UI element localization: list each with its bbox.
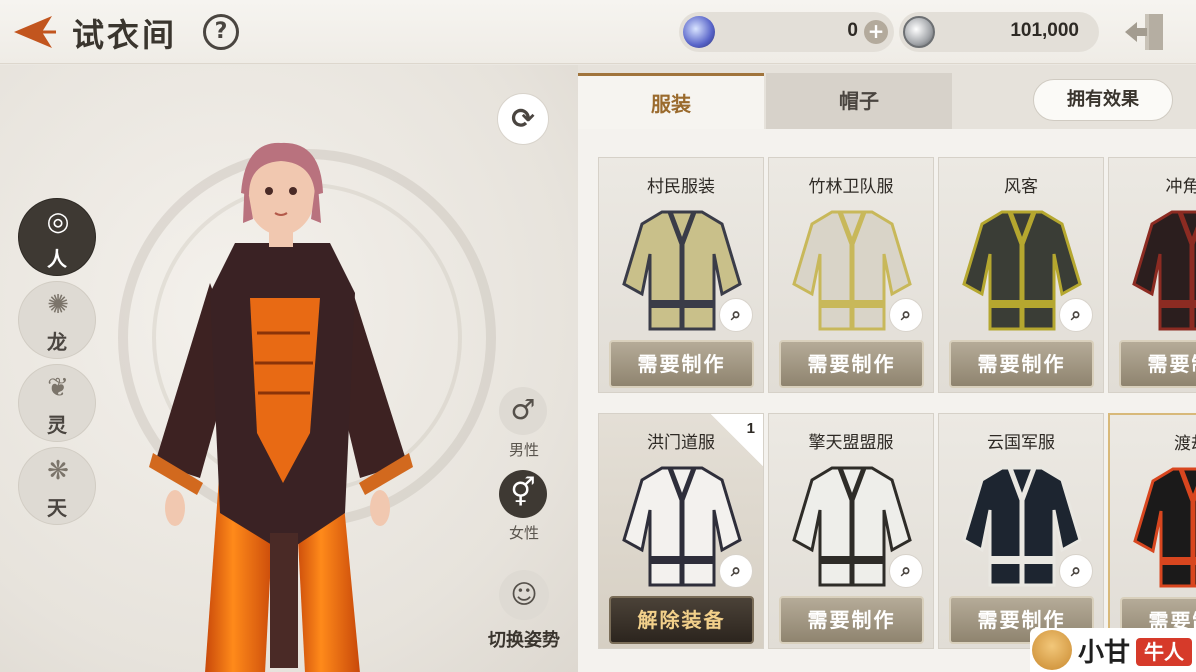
garment-belt — [650, 300, 714, 308]
magnifier-icon[interactable]: ⌕ — [719, 554, 753, 588]
outfit-name: 村民服装 — [647, 177, 715, 197]
unequip-button[interactable]: 解除装备 — [609, 596, 754, 644]
magnifier-icon[interactable]: ⌕ — [1059, 298, 1093, 332]
outfit-name: 竹林卫队服 — [808, 177, 894, 197]
race-label: 灵 — [47, 413, 67, 437]
human-emblem-icon: ◎ — [46, 207, 70, 237]
rotate-refresh-icon[interactable]: ⟳ — [497, 93, 549, 145]
race-label: 龙 — [47, 330, 67, 354]
outfit-card-selected[interactable]: 渡劫 ⌕ 需要制作 — [1108, 413, 1196, 649]
magnifier-icon[interactable]: ⌕ — [1059, 554, 1093, 588]
gem-icon — [683, 16, 715, 48]
gender-female-label: 女性 — [508, 524, 539, 542]
help-button[interactable]: ? — [203, 14, 239, 50]
outfit-name: 云国军服 — [987, 433, 1055, 453]
race-dragon-button[interactable]: ✺ 龙 — [18, 281, 96, 359]
race-human-button[interactable]: ◎ 人 — [18, 198, 96, 276]
page-title: 试衣间 — [72, 16, 178, 54]
outfit-panel: 服装 帽子 拥有效果 村民服装 ⌕ 需要制作 竹林卫队服 ⌕ 需要制作 风客 ⌕… — [578, 65, 1196, 672]
female-symbol-icon: ⚥ — [499, 470, 547, 518]
outfit-name: 洪门道服 — [647, 433, 715, 453]
site-watermark: 小甘 牛人 — [1030, 628, 1196, 672]
tab-hats[interactable]: 帽子 — [766, 73, 952, 129]
outfit-name: 风客 — [1004, 177, 1038, 197]
garment-belt — [1160, 300, 1196, 308]
silver-coin-icon — [903, 16, 935, 48]
outfit-name: 冲角团 — [1165, 177, 1196, 197]
garment-belt — [650, 556, 714, 564]
garment-belt — [990, 300, 1054, 308]
outfit-thumbnail — [1133, 467, 1196, 588]
craft-required-button[interactable]: 需要制作 — [779, 596, 924, 644]
outfit-card[interactable]: 村民服装 ⌕ 需要制作 — [598, 157, 764, 393]
gender-male-button[interactable]: ♂ 男性 — [499, 387, 549, 460]
craft-required-button[interactable]: 需要制作 — [779, 340, 924, 388]
outfit-card[interactable]: 风客 ⌕ 需要制作 — [938, 157, 1104, 393]
coin-currency: 101,000 — [899, 12, 1099, 52]
character-stage[interactable]: ◎ 人 ✺ 龙 ❦ 灵 ❋ 天 ⟳ ♂ 男性 ⚥ 女性 ☺ 切换姿势 — [0, 65, 578, 672]
magnifier-icon[interactable]: ⌕ — [889, 298, 923, 332]
person-pose-icon: ☺ — [499, 570, 549, 620]
watermark-text: 小甘 — [1078, 638, 1131, 668]
spirit-emblem-icon: ❦ — [47, 373, 69, 403]
add-gem-button[interactable]: + — [864, 20, 888, 44]
craft-required-button[interactable]: 需要制作 — [1119, 340, 1196, 388]
dragon-emblem-icon: ✺ — [47, 290, 69, 320]
outfit-card[interactable]: 擎天盟盟服 ⌕ 需要制作 — [768, 413, 934, 649]
magnifier-icon[interactable]: ⌕ — [889, 554, 923, 588]
exit-door-icon[interactable] — [1121, 10, 1169, 54]
magnifier-icon[interactable]: ⌕ — [719, 298, 753, 332]
owned-effects-button[interactable]: 拥有效果 — [1033, 79, 1173, 121]
gem-currency: 0 + — [679, 12, 894, 52]
male-symbol-icon: ♂ — [499, 387, 547, 435]
race-spirit-button[interactable]: ❦ 灵 — [18, 364, 96, 442]
character-model[interactable] — [145, 133, 420, 672]
outfit-name: 擎天盟盟服 — [808, 433, 894, 453]
craft-required-button[interactable]: 需要制作 — [609, 340, 754, 388]
race-heaven-button[interactable]: ❋ 天 — [18, 447, 96, 525]
garment-belt — [820, 300, 884, 308]
coin-amount: 101,000 — [1010, 20, 1079, 41]
garment-belt — [990, 556, 1054, 564]
garment-belt — [820, 556, 884, 564]
switch-pose-label: 切换姿势 — [488, 630, 560, 651]
outfit-card[interactable]: 冲角团 ⌕ 需要制作 — [1108, 157, 1196, 393]
top-bar: 试衣间 ? 0 + 101,000 — [0, 0, 1196, 64]
race-label: 天 — [47, 496, 67, 520]
gem-amount: 0 — [847, 20, 858, 41]
outfit-card[interactable]: 竹林卫队服 ⌕ 需要制作 — [768, 157, 934, 393]
outfit-card-equipped[interactable]: 1 洪门道服 ⌕ 解除装备 — [598, 413, 764, 649]
heaven-emblem-icon: ❋ — [47, 456, 69, 486]
garment-belt — [1161, 557, 1196, 565]
race-selector: ◎ 人 ✺ 龙 ❦ 灵 ❋ 天 — [18, 198, 98, 530]
switch-pose-button[interactable]: ☺ 切换姿势 — [480, 570, 568, 652]
gender-female-button[interactable]: ⚥ 女性 — [499, 470, 549, 543]
race-label: 人 — [47, 247, 67, 271]
mascot-logo-icon — [1032, 630, 1072, 670]
outfit-card[interactable]: 云国军服 ⌕ 需要制作 — [938, 413, 1104, 649]
craft-required-button[interactable]: 需要制作 — [949, 340, 1094, 388]
outfit-name: 渡劫 — [1174, 434, 1196, 454]
gender-male-label: 男性 — [508, 441, 539, 459]
back-arrow-icon[interactable] — [12, 12, 58, 52]
watermark-badge: 牛人 — [1136, 638, 1192, 666]
tab-clothes[interactable]: 服装 — [578, 73, 764, 129]
outfit-thumbnail — [1132, 210, 1196, 331]
outfit-grid[interactable]: 村民服装 ⌕ 需要制作 竹林卫队服 ⌕ 需要制作 风客 ⌕ 需要制作 冲角团 ⌕… — [578, 129, 1196, 672]
